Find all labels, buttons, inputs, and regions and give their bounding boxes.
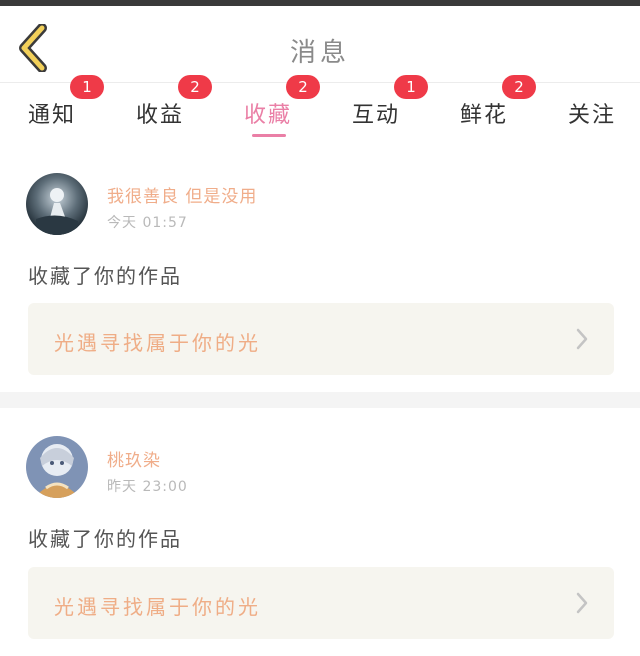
- message-card: 桃玖染 昨天 23:00 收藏了你的作品 光遇寻找属于你的光: [0, 408, 640, 656]
- avatar[interactable]: [26, 173, 88, 235]
- tab-label: 互动: [352, 103, 401, 128]
- count-badge: 2: [178, 75, 212, 99]
- page-title: 消息: [289, 38, 350, 68]
- section-divider: [0, 392, 640, 408]
- tab-label: 鲜花: [460, 103, 509, 128]
- tab-label: 关注: [568, 103, 617, 128]
- avatar-image: [26, 436, 88, 498]
- chevron-right-icon: [576, 592, 588, 614]
- count-badge: 2: [502, 75, 536, 99]
- action-text: 收藏了你的作品: [28, 264, 182, 288]
- work-title: 光遇寻找属于你的光: [54, 595, 261, 619]
- avatar[interactable]: [26, 436, 88, 498]
- work-title: 光遇寻找属于你的光: [54, 331, 261, 355]
- tab-bar: 通知 1 收益 2 收藏 2 互动 1 鲜花 2 关注: [0, 75, 640, 145]
- tab-label: 收藏: [244, 103, 293, 128]
- timestamp: 昨天 23:00: [107, 479, 188, 495]
- header: 消息: [0, 6, 640, 82]
- count-badge: 1: [394, 75, 428, 99]
- timestamp: 今天 01:57: [107, 215, 188, 231]
- active-tab-indicator: [252, 134, 286, 137]
- tab-label: 收益: [136, 103, 185, 128]
- avatar-image: [26, 173, 88, 235]
- action-text: 收藏了你的作品: [28, 527, 182, 551]
- count-badge: 2: [286, 75, 320, 99]
- work-link[interactable]: 光遇寻找属于你的光: [28, 303, 614, 375]
- work-link[interactable]: 光遇寻找属于你的光: [28, 567, 614, 639]
- count-badge: 1: [70, 75, 104, 99]
- tab-label: 通知: [28, 103, 77, 128]
- username[interactable]: 我很善良 但是没用: [107, 182, 257, 207]
- message-card: 我很善良 但是没用 今天 01:57 收藏了你的作品 光遇寻找属于你的光: [0, 160, 640, 392]
- chevron-right-icon: [576, 328, 588, 350]
- username[interactable]: 桃玖染: [107, 446, 161, 471]
